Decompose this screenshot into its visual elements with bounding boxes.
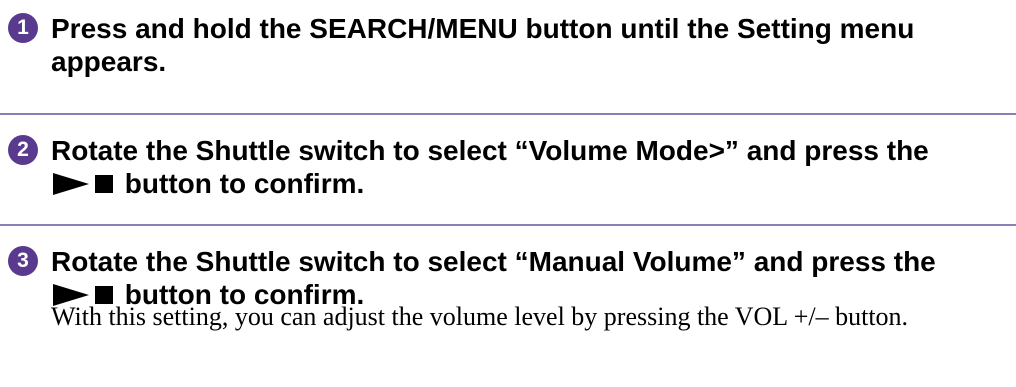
step-number-badge: 1 — [8, 13, 38, 43]
step-text-end: button to confirm. — [124, 168, 365, 199]
section-divider — [0, 113, 1016, 115]
step-3-note: With this setting, you can adjust the vo… — [51, 302, 909, 331]
step-heading: Rotate the Shuttle switch to select “Vol… — [51, 134, 1001, 200]
play-stop-icon — [53, 167, 115, 200]
step-heading: Press and hold the SEARCH/MENU button un… — [51, 12, 1001, 78]
instruction-page: 1 Press and hold the SEARCH/MENU button … — [0, 0, 1016, 387]
step-number-badge: 3 — [8, 246, 38, 276]
section-divider — [0, 224, 1016, 226]
step-text-start: Rotate the Shuttle switch to select “Vol… — [51, 135, 929, 166]
step-text-start: Rotate the Shuttle switch to select “Man… — [51, 246, 936, 277]
step-text: Press and hold the SEARCH/MENU button un… — [51, 13, 915, 77]
step-number-badge: 2 — [8, 135, 38, 165]
